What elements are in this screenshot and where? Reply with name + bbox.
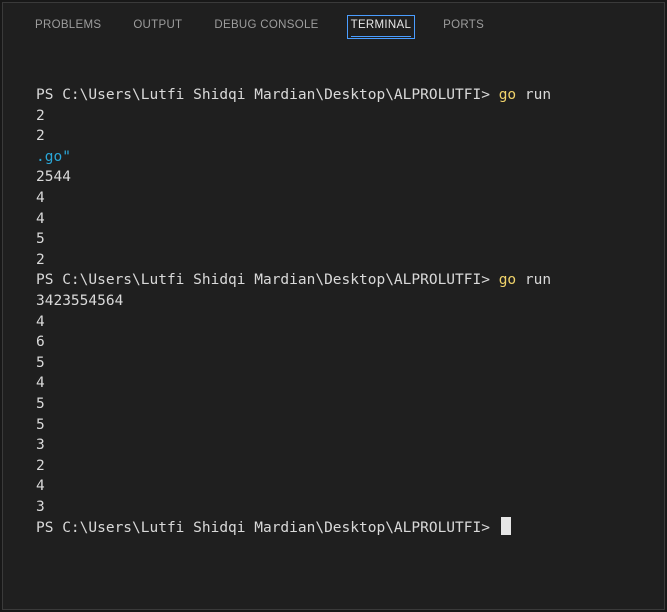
prompt-text: PS C:\Users\Lutfi Shidqi Mardian\Desktop… [36,520,499,537]
terminal-line: 2 [36,251,45,268]
tab-terminal[interactable]: TERMINAL [350,19,412,37]
terminal-line-path-fragment: .go" [36,148,71,165]
terminal-line: 2544 [36,169,71,186]
terminal-line: 2 [36,128,45,145]
terminal-line-prompt: PS C:\Users\Lutfi Shidqi Mardian\Desktop… [36,270,664,291]
prompt-text: PS C:\Users\Lutfi Shidqi Mardian\Desktop… [36,87,499,103]
terminal-line-prompt: PS C:\Users\Lutfi Shidqi Mardian\Desktop… [36,85,664,106]
command-go: go [498,272,517,289]
terminal-line: 4 [36,478,45,495]
terminal-line: 4 [36,210,45,227]
tab-output[interactable]: OUTPUT [133,19,182,37]
command-rest: run [516,87,552,103]
terminal-line: 3423554564 [36,292,124,309]
terminal-line: 2 [36,107,45,124]
terminal-line: 5 [36,354,45,371]
terminal-line: 4 [36,189,45,206]
terminal-line-prompt-active[interactable]: PS C:\Users\Lutfi Shidqi Mardian\Desktop… [36,517,664,538]
tab-terminal-wrap[interactable]: TERMINAL [346,15,416,39]
terminal-cursor [500,517,511,536]
command-rest: run [516,272,552,289]
tab-debug-console[interactable]: DEBUG CONSOLE [214,19,318,37]
command-go: go [498,87,517,103]
terminal-line: 4 [36,313,45,330]
prompt-text: PS C:\Users\Lutfi Shidqi Mardian\Desktop… [36,272,499,289]
terminal-line: 2 [36,457,45,474]
terminal-output[interactable]: PS C:\Users\Lutfi Shidqi Mardian\Desktop… [3,43,664,609]
terminal-line: 4 [36,375,45,392]
tab-problems[interactable]: PROBLEMS [35,19,101,37]
panel-tab-bar: PROBLEMS OUTPUT DEBUG CONSOLE TERMINAL P… [3,3,664,43]
terminal-line: 5 [36,231,45,248]
terminal-line: 3 [36,437,45,454]
vscode-panel: PROBLEMS OUTPUT DEBUG CONSOLE TERMINAL P… [2,2,665,610]
terminal-line: 5 [36,395,45,412]
terminal-line: 6 [36,334,45,351]
tab-ports[interactable]: PORTS [443,19,484,37]
terminal-line: 3 [36,498,45,515]
terminal-line: 5 [36,416,45,433]
